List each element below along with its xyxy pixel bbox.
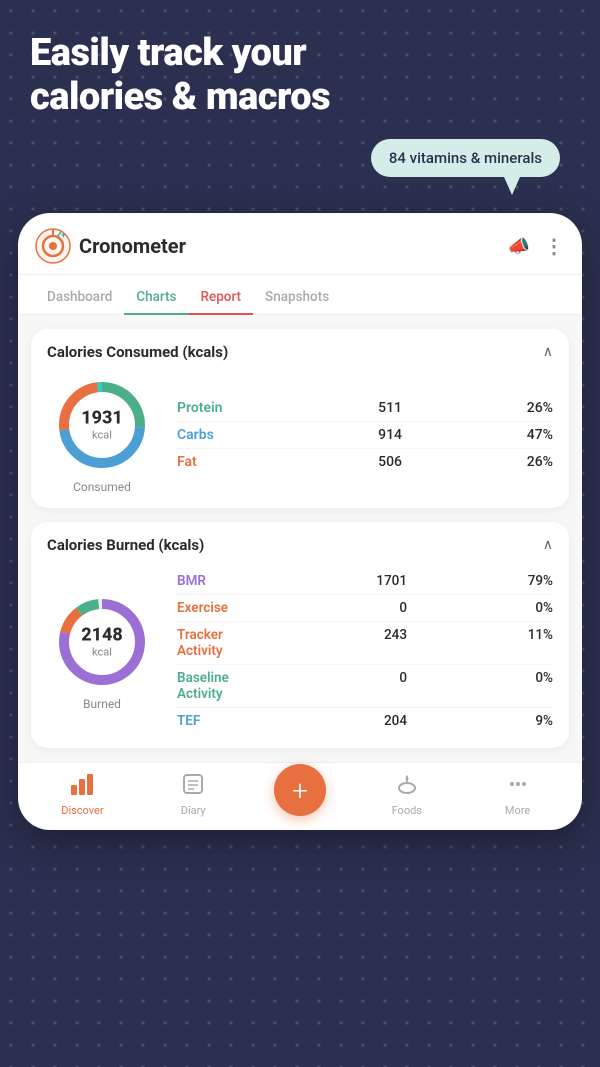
consumed-value: 1931 (81, 409, 123, 429)
macro-protein-name: Protein (177, 400, 247, 416)
hero-line2: calories & macros (30, 76, 570, 120)
app-name: Cronometer (79, 234, 186, 258)
app-header: + Cronometer 📣 ⋮ (19, 214, 581, 275)
burned-row-tracker: TrackerActivity 243 11% (177, 622, 553, 665)
calories-consumed-card: Calories Consumed (kcals) ∧ (31, 329, 569, 508)
page-wrapper: Easily track your calories & macros 84 v… (0, 0, 600, 830)
macro-table: Protein 511 26% Carbs 914 47% Fat 506 26… (177, 395, 553, 475)
burned-title: Calories Burned (kcals) (47, 536, 204, 554)
burned-tracker-name: TrackerActivity (177, 627, 257, 659)
macro-row-protein: Protein 511 26% (177, 395, 553, 422)
consumed-chart-row: 1931 kcal Consumed Protein 511 26% Carbs (47, 375, 553, 494)
burned-baseline-name: BaselineActivity (177, 670, 257, 702)
burned-donut-center: 2148 kcal (81, 625, 123, 658)
burned-donut-wrapper: 2148 kcal Burned (47, 592, 157, 711)
consumed-header: Calories Consumed (kcals) ∧ (47, 343, 553, 361)
tab-charts[interactable]: Charts (124, 281, 188, 315)
discover-label: Discover (61, 804, 103, 817)
consumed-unit: kcal (81, 429, 123, 442)
diary-label: Diary (181, 804, 206, 817)
consumed-donut-center: 1931 kcal (81, 409, 123, 442)
diary-icon (182, 773, 204, 801)
app-logo-area: + Cronometer (35, 228, 186, 264)
consumed-label: Consumed (73, 480, 131, 494)
burned-row-bmr: BMR 1701 79% (177, 568, 553, 595)
tab-report[interactable]: Report (188, 281, 253, 315)
burned-tef-pct: 9% (517, 713, 553, 729)
more-icon (507, 773, 529, 801)
nav-tabs: Dashboard Charts Report Snapshots (19, 275, 581, 315)
burned-label: Burned (83, 697, 121, 711)
app-header-actions: 📣 ⋮ (508, 234, 565, 258)
add-button[interactable]: + (274, 764, 326, 816)
burned-exercise-val: 0 (367, 600, 407, 616)
more-label: More (505, 804, 530, 817)
tooltip-area: 84 vitamins & minerals (20, 139, 580, 199)
burned-header: Calories Burned (kcals) ∧ (47, 536, 553, 554)
burned-baseline-pct: 0% (517, 670, 553, 686)
macro-fat-name: Fat (177, 454, 247, 470)
burned-tracker-pct: 11% (517, 627, 553, 643)
consumed-donut-wrapper: 1931 kcal Consumed (47, 375, 157, 494)
macro-fat-pct: 26% (517, 454, 553, 470)
megaphone-icon[interactable]: 📣 (508, 236, 530, 257)
macro-row-carbs: Carbs 914 47% (177, 422, 553, 449)
foods-label: Foods (392, 804, 422, 817)
burned-bmr-pct: 79% (517, 573, 553, 589)
consumed-chevron[interactable]: ∧ (543, 344, 553, 360)
nav-discover[interactable]: Discover (52, 773, 112, 817)
macro-protein-pct: 26% (517, 400, 553, 416)
burned-unit: kcal (81, 645, 123, 658)
macro-protein-val: 511 (362, 400, 402, 416)
tooltip-bubble: 84 vitamins & minerals (371, 139, 560, 177)
tab-snapshots[interactable]: Snapshots (253, 281, 341, 315)
discover-icon (70, 773, 94, 801)
nav-diary[interactable]: Diary (163, 773, 223, 817)
macro-fat-val: 506 (362, 454, 402, 470)
tooltip-text: 84 vitamins & minerals (389, 149, 542, 167)
burned-bmr-name: BMR (177, 573, 257, 589)
foods-icon (396, 773, 418, 801)
burned-tef-name: TEF (177, 713, 257, 729)
phone-frame: + Cronometer 📣 ⋮ Dashboard Charts Report… (18, 213, 582, 830)
nav-more[interactable]: More (488, 773, 548, 817)
hero-text: Easily track your calories & macros (0, 0, 600, 139)
burned-bmr-val: 1701 (367, 573, 407, 589)
burned-tef-val: 204 (367, 713, 407, 729)
burned-exercise-pct: 0% (517, 600, 553, 616)
svg-text:+: + (61, 231, 66, 241)
consumed-donut: 1931 kcal (52, 375, 152, 475)
more-options-icon[interactable]: ⋮ (544, 234, 565, 258)
macro-row-fat: Fat 506 26% (177, 449, 553, 475)
consumed-title: Calories Consumed (kcals) (47, 343, 228, 361)
burned-tracker-val: 243 (367, 627, 407, 643)
macro-carbs-name: Carbs (177, 427, 247, 443)
tab-dashboard[interactable]: Dashboard (35, 281, 124, 315)
burned-chevron[interactable]: ∧ (543, 537, 553, 553)
hero-line1: Easily track your (30, 32, 570, 76)
burned-chart-row: 2148 kcal Burned BMR 1701 79% Exercise 0 (47, 568, 553, 734)
burned-baseline-val: 0 (367, 670, 407, 686)
macro-carbs-pct: 47% (517, 427, 553, 443)
nav-foods[interactable]: Foods (377, 773, 437, 817)
burned-row-baseline: BaselineActivity 0 0% (177, 665, 553, 708)
burned-row-tef: TEF 204 9% (177, 708, 553, 734)
app-logo-icon: + (35, 228, 71, 264)
burned-row-exercise: Exercise 0 0% (177, 595, 553, 622)
burned-donut: 2148 kcal (52, 592, 152, 692)
bottom-nav: Discover Diary + (19, 762, 581, 829)
burned-value: 2148 (81, 625, 123, 645)
calories-burned-card: Calories Burned (kcals) ∧ (31, 522, 569, 748)
burned-exercise-name: Exercise (177, 600, 257, 616)
macro-carbs-val: 914 (362, 427, 402, 443)
burned-table: BMR 1701 79% Exercise 0 0% TrackerActivi… (177, 568, 553, 734)
